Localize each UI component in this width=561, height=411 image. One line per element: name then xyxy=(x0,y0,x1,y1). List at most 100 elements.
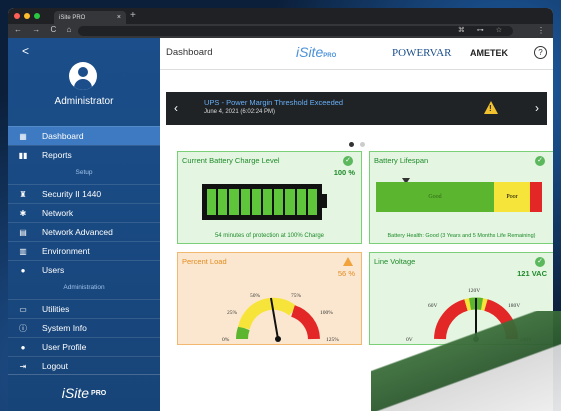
sidebar-item-environment[interactable]: ▥ Environment xyxy=(8,241,160,260)
gauge-tick: 0% xyxy=(222,337,230,343)
url-bar: ← → C ⌂ ⌘ ⊶ ☆ ⋮ xyxy=(8,24,553,38)
ok-check-icon: ✓ xyxy=(535,156,545,166)
sidebar-item-label: Dashboard xyxy=(42,131,84,141)
sidebar-item-dashboard[interactable]: ▦ Dashboard xyxy=(8,126,160,145)
lifespan-bad xyxy=(530,182,542,212)
sidebar-logo: iSite PRO xyxy=(8,374,160,411)
tab-title: iSite PRO xyxy=(59,14,86,21)
carousel-dot[interactable] xyxy=(360,142,365,147)
back-icon[interactable]: < xyxy=(22,44,29,58)
section-administration: Administration xyxy=(63,284,105,291)
sidebar-item-system-info[interactable]: ⓘ System Info xyxy=(8,318,160,337)
sidebar-item-logout[interactable]: ⇥ Logout xyxy=(8,356,160,375)
sidebar-item-label: Reports xyxy=(42,150,72,160)
new-tab-icon[interactable]: + xyxy=(130,10,136,21)
user-name: Administrator xyxy=(54,96,114,107)
network-icon: ✱ xyxy=(19,208,27,218)
browser-tab[interactable]: iSite PRO × xyxy=(54,11,126,24)
battery-graphic xyxy=(202,184,322,220)
battery-cap xyxy=(322,194,327,208)
lifespan-good: Good xyxy=(376,182,494,212)
battery-footer: 54 minutes of protection at 100% Charge xyxy=(214,233,325,239)
gauge-tick: 180V xyxy=(508,303,521,309)
sidebar-logo-pro: PRO xyxy=(91,389,107,397)
gauge-tick: 50% xyxy=(250,293,261,299)
alert-prev-icon[interactable]: ‹ xyxy=(174,101,178,115)
gauge-tick: 240V xyxy=(520,337,533,343)
help-icon[interactable]: ? xyxy=(534,46,547,59)
sidebar-item-users[interactable]: ● Users xyxy=(8,260,160,279)
close-window-icon[interactable] xyxy=(14,13,20,19)
voltage-gauge xyxy=(434,297,518,342)
browser-nav-icons[interactable]: ← → C ⌂ xyxy=(14,25,75,34)
user-icon: ● xyxy=(20,342,26,352)
sidebar-item-label: User Profile xyxy=(42,342,87,352)
gauge-tick: 100% xyxy=(320,310,333,316)
sidebar-item-label: Network xyxy=(42,208,74,218)
battery-charge-value: 100 % xyxy=(333,168,355,177)
sidebar-item-reports[interactable]: ▮▮ Reports xyxy=(8,145,160,164)
sidebar-item-label: System Info xyxy=(42,323,87,333)
alert-time: June 4, 2021 (6:02:24 PM) xyxy=(204,109,276,115)
section-setup: Setup xyxy=(75,169,93,176)
sidebar-item-utilities[interactable]: ▭ Utilities xyxy=(8,299,160,318)
tab-close-icon[interactable]: × xyxy=(117,14,121,21)
ametek-logo: AMETEK xyxy=(470,48,508,58)
address-field[interactable]: ⌘ ⊶ ☆ xyxy=(78,26,513,36)
isite-logo-pro: PRO xyxy=(323,53,337,59)
sidebar-logo-text: iSite xyxy=(61,385,90,401)
page-title: Dashboard xyxy=(166,47,213,58)
sidebar-item-network-advanced[interactable]: ▤ Network Advanced xyxy=(8,222,160,241)
card-title: Current Battery Charge Level xyxy=(182,156,280,165)
reports-icon: ▮▮ xyxy=(18,150,28,160)
gauge-tick: 125% xyxy=(326,337,339,343)
avatar xyxy=(69,62,97,90)
battery-charge-card[interactable]: Current Battery Charge Level ✓ 100 % 54 … xyxy=(177,151,362,244)
sidebar-item-label: Utilities xyxy=(42,304,70,314)
gauge-tick: 75% xyxy=(291,293,302,299)
omnibox-icons[interactable]: ⌘ ⊶ ☆ xyxy=(458,26,507,34)
warning-icon: ! xyxy=(484,101,498,114)
main-content: Dashboard iSitePRO POWERVAR AMETEK ? ‹ U… xyxy=(160,38,553,411)
gauge-tick: 60V xyxy=(428,303,438,309)
percent-load-card[interactable]: Percent Load 56 % 0% 25% 50% 75% 100% 12… xyxy=(177,252,362,345)
powervar-logo: POWERVAR xyxy=(392,47,452,59)
carousel-dot[interactable] xyxy=(349,142,354,147)
alert-next-icon[interactable]: › xyxy=(535,101,539,115)
maximize-window-icon[interactable] xyxy=(34,13,40,19)
gauge-tick: 120V xyxy=(468,288,481,294)
alert-banner: ‹ UPS - Power Margin Threshold Exceeded … xyxy=(166,92,547,125)
utilities-icon: ▭ xyxy=(19,304,27,314)
sidebar: < Administrator ▦ Dashboard ▮▮ Reports S… xyxy=(8,38,160,411)
sidebar-item-network[interactable]: ✱ Network xyxy=(8,203,160,222)
page-header: Dashboard iSitePRO POWERVAR AMETEK ? xyxy=(160,38,553,70)
minimize-window-icon[interactable] xyxy=(24,13,30,19)
alert-title: UPS - Power Margin Threshold Exceeded xyxy=(204,98,344,107)
sidebar-item-security[interactable]: ♜ Security II 1440 xyxy=(8,184,160,203)
info-icon: ⓘ xyxy=(19,323,27,333)
environment-icon: ▥ xyxy=(19,246,27,256)
battery-lifespan-card[interactable]: Battery Lifespan ✓ Good Poor Battery Hea… xyxy=(369,151,553,244)
line-voltage-card[interactable]: Line Voltage ✓ 121 VAC 0V 60V 120V 180V … xyxy=(369,252,553,345)
lifespan-footer: Battery Health: Good (3 Years and 5 Mont… xyxy=(387,233,536,239)
sidebar-item-label: Security II 1440 xyxy=(42,189,102,199)
logout-icon: ⇥ xyxy=(19,361,27,371)
sidebar-item-label: Logout xyxy=(42,361,68,371)
sidebar-item-user-profile[interactable]: ● User Profile xyxy=(8,337,160,356)
browser-window: iSite PRO × + ← → C ⌂ ⌘ ⊶ ☆ ⋮ < Administ… xyxy=(8,8,553,411)
network-advanced-icon: ▤ xyxy=(19,227,27,237)
lifespan-bar: Good Poor xyxy=(376,182,542,212)
carousel-dots xyxy=(349,134,371,152)
users-icon: ● xyxy=(20,265,26,275)
sidebar-item-label: Users xyxy=(42,265,65,275)
tab-bar: iSite PRO × + xyxy=(8,8,553,24)
gauge-tick: 0V xyxy=(406,337,413,343)
browser-menu-icon[interactable]: ⋮ xyxy=(537,26,545,35)
isite-logo: iSitePRO xyxy=(296,44,336,60)
gauge-tick: 25% xyxy=(227,310,238,316)
card-title: Battery Lifespan xyxy=(374,156,429,165)
ok-check-icon: ✓ xyxy=(343,156,353,166)
lifespan-poor: Poor xyxy=(494,182,530,212)
dashboard-icon: ▦ xyxy=(19,131,27,141)
sidebar-item-label: Network Advanced xyxy=(42,227,113,237)
